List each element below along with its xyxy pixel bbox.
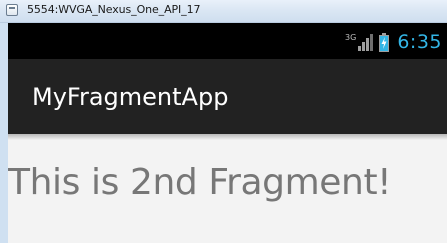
emulator-window: 5554:WVGA_Nexus_One_API_17 3G 6:35 MyFra… (0, 0, 447, 243)
fragment-content: This is 2nd Fragment! (8, 134, 447, 243)
network-type-label: 3G (345, 32, 357, 42)
battery-charging-icon (379, 32, 390, 52)
device-screen: 3G 6:35 MyFragmentApp This is 2nd Fragme… (8, 23, 447, 243)
status-icons: 3G 6:35 (345, 29, 442, 55)
fragment-message: This is 2nd Fragment! (8, 162, 392, 203)
window-title: 5554:WVGA_Nexus_One_API_17 (27, 3, 201, 16)
status-clock: 6:35 (397, 31, 442, 53)
emulator-app-icon (6, 4, 18, 16)
app-title: MyFragmentApp (32, 83, 229, 111)
signal-bars-icon (358, 34, 374, 51)
status-bar: 3G 6:35 (8, 23, 447, 59)
window-title-bar[interactable]: 5554:WVGA_Nexus_One_API_17 (0, 0, 447, 23)
action-bar: MyFragmentApp (8, 59, 447, 134)
action-bar-shadow (8, 134, 447, 140)
